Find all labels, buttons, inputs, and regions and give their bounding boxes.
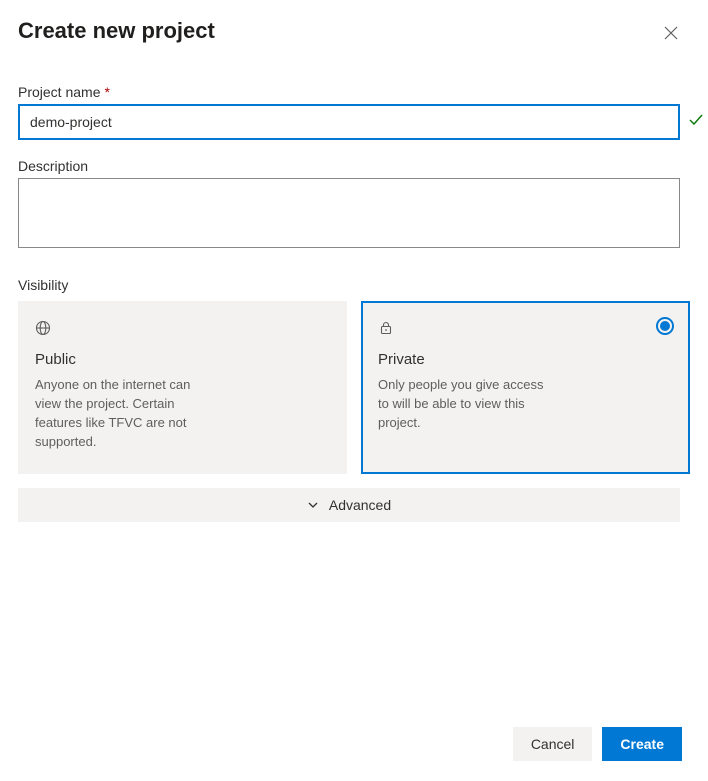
visibility-option-title: Private bbox=[378, 351, 673, 368]
globe-icon bbox=[35, 320, 330, 341]
visibility-option-desc: Only people you give access to will be a… bbox=[378, 376, 548, 433]
project-name-input[interactable] bbox=[18, 104, 680, 140]
project-name-label: Project name bbox=[18, 84, 100, 100]
advanced-toggle[interactable]: Advanced bbox=[18, 488, 680, 522]
close-button[interactable] bbox=[660, 22, 682, 44]
visibility-option-desc: Anyone on the internet can view the proj… bbox=[35, 376, 205, 451]
lock-icon bbox=[378, 320, 673, 341]
create-button[interactable]: Create bbox=[602, 727, 682, 761]
chevron-down-icon bbox=[307, 499, 319, 511]
description-label: Description bbox=[18, 158, 88, 174]
visibility-option-private[interactable]: Private Only people you give access to w… bbox=[361, 301, 690, 474]
visibility-option-title: Public bbox=[35, 351, 330, 368]
checkmark-icon bbox=[688, 112, 704, 133]
radio-selected-icon bbox=[656, 317, 674, 335]
close-icon bbox=[664, 26, 678, 40]
visibility-label: Visibility bbox=[18, 277, 690, 293]
advanced-label: Advanced bbox=[329, 497, 391, 513]
visibility-option-public[interactable]: Public Anyone on the internet can view t… bbox=[18, 301, 347, 474]
cancel-button[interactable]: Cancel bbox=[513, 727, 593, 761]
description-input[interactable] bbox=[18, 178, 680, 248]
required-indicator: * bbox=[104, 84, 109, 100]
page-title: Create new project bbox=[18, 18, 215, 44]
